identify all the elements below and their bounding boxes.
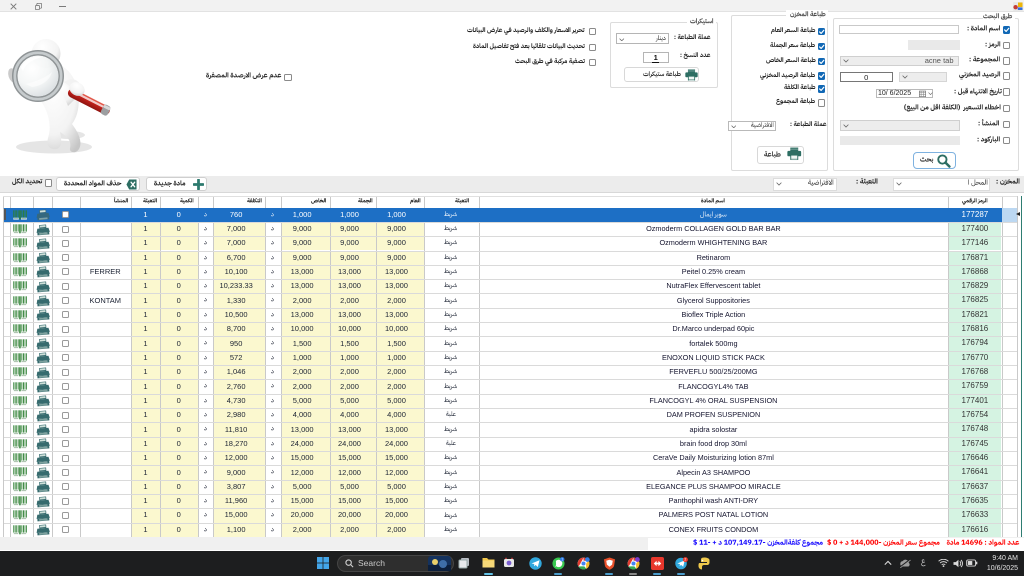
svg-text:1: 1 <box>561 557 563 561</box>
svg-text:2: 2 <box>684 558 686 562</box>
